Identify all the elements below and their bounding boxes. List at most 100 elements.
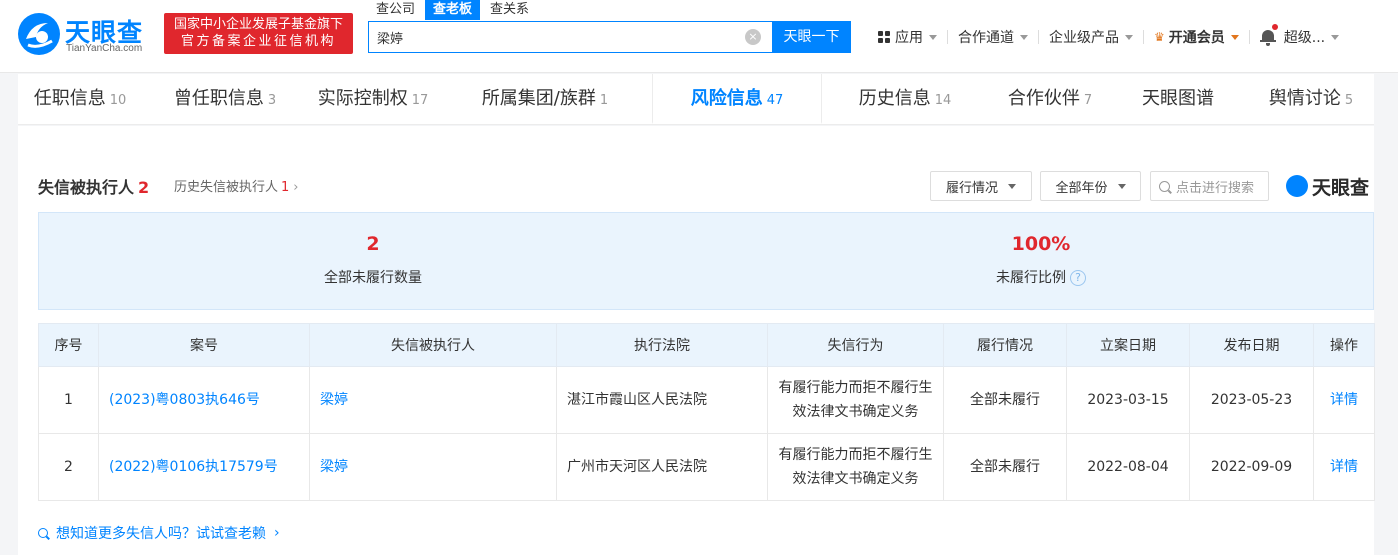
- detail-link[interactable]: 详情: [1313, 366, 1375, 434]
- logo-eye-icon: [1286, 175, 1308, 197]
- table-row: 2 (2022)粤0106执17579号 梁婷 广州市天河区人民法院 有履行能力…: [38, 433, 1375, 501]
- caret-down-icon: [1230, 34, 1239, 40]
- tab-actual-control[interactable]: 实际控制权 17: [308, 74, 438, 124]
- tab-partners[interactable]: 合作伙伴 7: [988, 74, 1112, 124]
- help-icon[interactable]: ?: [1070, 270, 1086, 286]
- brand-text: 天眼查: [1312, 176, 1370, 199]
- tab-count: 14: [934, 93, 952, 108]
- tab-count: 47: [766, 93, 784, 108]
- col-action: 操作: [1313, 323, 1375, 367]
- tab-history-info[interactable]: 历史信息 14: [822, 74, 988, 124]
- tab-group[interactable]: 所属集团/族群 1: [438, 74, 652, 124]
- cell-filed: 2023-03-15: [1066, 366, 1190, 434]
- search-placeholder: 点击进行搜索: [1176, 180, 1255, 196]
- tab-label: 所属集团/族群: [481, 88, 596, 109]
- tab-label: 任职信息: [33, 88, 106, 109]
- table-row: 1 (2023)粤0803执646号 梁婷 湛江市霞山区人民法院 有履行能力而拒…: [38, 366, 1375, 434]
- tab-label: 历史信息: [858, 88, 931, 109]
- nav-cooperation[interactable]: 合作通道: [948, 27, 1038, 47]
- badge-line-2: 官方备案企业征信机构: [180, 34, 336, 49]
- search-icon: [1159, 180, 1170, 192]
- caret-down-icon: [1125, 34, 1133, 40]
- case-number-link[interactable]: (2022)粤0106执17579号: [98, 433, 310, 501]
- tab-label: 实际控制权: [317, 88, 408, 109]
- section-count: 2: [138, 178, 150, 197]
- tab-risk-info[interactable]: 风险信息 47: [652, 74, 822, 124]
- tab-former-employment[interactable]: 曾任职信息 3: [142, 74, 308, 124]
- crown-icon: ♛: [1154, 30, 1165, 44]
- stat-ratio-value: 100%: [1011, 233, 1071, 255]
- cell-status: 全部未履行: [943, 433, 1067, 501]
- person-link[interactable]: 梁婷: [309, 433, 557, 501]
- nav-user[interactable]: 超级...: [1250, 24, 1349, 47]
- tab-count: 3: [267, 93, 277, 108]
- logo-eye-icon: [18, 13, 60, 55]
- year-filter-dropdown[interactable]: 全部年份: [1040, 171, 1141, 201]
- tab-employment[interactable]: 任职信息 10: [18, 74, 142, 124]
- cell-no: 2: [38, 433, 99, 501]
- cell-court: 湛江市霞山区人民法院: [556, 366, 768, 434]
- tab-label: 曾任职信息: [173, 88, 264, 109]
- nav-enterprise[interactable]: 企业级产品: [1039, 27, 1143, 47]
- profile-tabs: 任职信息 10 曾任职信息 3 实际控制权 17 所属集团/族群 1 风险信息 47 历史…: [18, 74, 1374, 125]
- section-search-input[interactable]: 点击进行搜索: [1150, 171, 1269, 201]
- nav-enterprise-label: 企业级产品: [1049, 30, 1119, 46]
- official-badge: 国家中小企业发展子基金旗下 官方备案企业征信机构: [164, 13, 353, 54]
- search-icon: [38, 528, 48, 538]
- cell-behavior: 有履行能力而拒不履行生效法律文书确定义务: [767, 433, 944, 501]
- search-input[interactable]: [369, 22, 729, 52]
- tab-count: 1: [599, 93, 609, 108]
- stat-unfulfilled-value: 2: [366, 233, 380, 255]
- nav-apps-label: 应用: [895, 30, 923, 46]
- table-header-row: 序号 案号 失信被执行人 执行法院 失信行为 履行情况 立案日期 发布日期 操作: [38, 323, 1375, 367]
- case-number-link[interactable]: (2023)粤0803执646号: [98, 366, 310, 434]
- stat-ratio-label-wrap: 未履行比例?: [707, 267, 1375, 287]
- cell-filed: 2022-08-04: [1066, 433, 1190, 501]
- chevron-right-icon: ›: [293, 180, 299, 195]
- search-tab-company[interactable]: 查公司: [368, 0, 423, 20]
- cell-no: 1: [38, 366, 99, 434]
- logo-domain: TianYanCha.com: [66, 43, 143, 54]
- tab-count: 10: [109, 93, 127, 108]
- caret-down-icon: [1020, 34, 1028, 40]
- tab-graph[interactable]: 天眼图谱: [1112, 74, 1248, 124]
- col-published: 发布日期: [1189, 323, 1314, 367]
- cell-behavior: 有履行能力而拒不履行生效法律文书确定义务: [767, 366, 944, 434]
- tab-count: 5: [1344, 93, 1354, 108]
- status-filter-dropdown[interactable]: 履行情况: [930, 171, 1032, 201]
- search-tab-boss[interactable]: 查老板: [425, 0, 481, 20]
- tab-label: 天眼图谱: [1142, 88, 1214, 109]
- nav-cooperation-label: 合作通道: [958, 30, 1014, 46]
- cell-published: 2022-09-09: [1189, 433, 1314, 501]
- search-button[interactable]: 天眼一下: [772, 21, 851, 53]
- nav-apps[interactable]: 应用: [868, 27, 947, 47]
- year-filter-label: 全部年份: [1055, 180, 1108, 196]
- history-dishonest-link[interactable]: 历史失信被执行人 1 ›: [174, 176, 299, 195]
- section-title-text: 失信被执行人: [38, 178, 135, 197]
- col-filed: 立案日期: [1066, 323, 1190, 367]
- stat-unfulfilled: 2 全部未履行数量: [39, 213, 707, 311]
- history-count: 1: [281, 180, 290, 195]
- top-nav: 应用 合作通道 企业级产品 ♛ 开通会员 超级...: [868, 24, 1349, 50]
- search-type-tabs: 查公司 查老板 查关系: [368, 0, 539, 20]
- caret-down-icon: [1117, 183, 1126, 189]
- caret-down-icon: [929, 34, 937, 40]
- top-header: 天眼查 TianYanCha.com 国家中小企业发展子基金旗下 官方备案企业征…: [0, 0, 1398, 73]
- nav-vip-label: 开通会员: [1168, 30, 1225, 46]
- detail-link[interactable]: 详情: [1313, 433, 1375, 501]
- chevron-right-icon: ›: [274, 525, 280, 541]
- tab-public-opinion[interactable]: 舆情讨论 5: [1248, 74, 1374, 124]
- more-dishonest-link[interactable]: 想知道更多失信人吗？试试查老赖 ›: [38, 523, 280, 543]
- cell-court: 广州市天河区人民法院: [556, 433, 768, 501]
- caret-down-icon: [1331, 34, 1340, 40]
- col-case: 案号: [98, 323, 310, 367]
- nav-vip[interactable]: ♛ 开通会员: [1144, 27, 1249, 47]
- person-link[interactable]: 梁婷: [309, 366, 557, 434]
- tab-label: 风险信息: [690, 88, 763, 109]
- cell-published: 2023-05-23: [1189, 366, 1314, 434]
- search-tab-relation[interactable]: 查关系: [482, 0, 537, 20]
- bell-icon[interactable]: [1259, 24, 1278, 46]
- clear-icon[interactable]: ×: [745, 29, 761, 45]
- tianyancha-watermark: 天眼查: [1286, 172, 1369, 200]
- tianyancha-logo[interactable]: 天眼查 TianYanCha.com: [18, 11, 158, 57]
